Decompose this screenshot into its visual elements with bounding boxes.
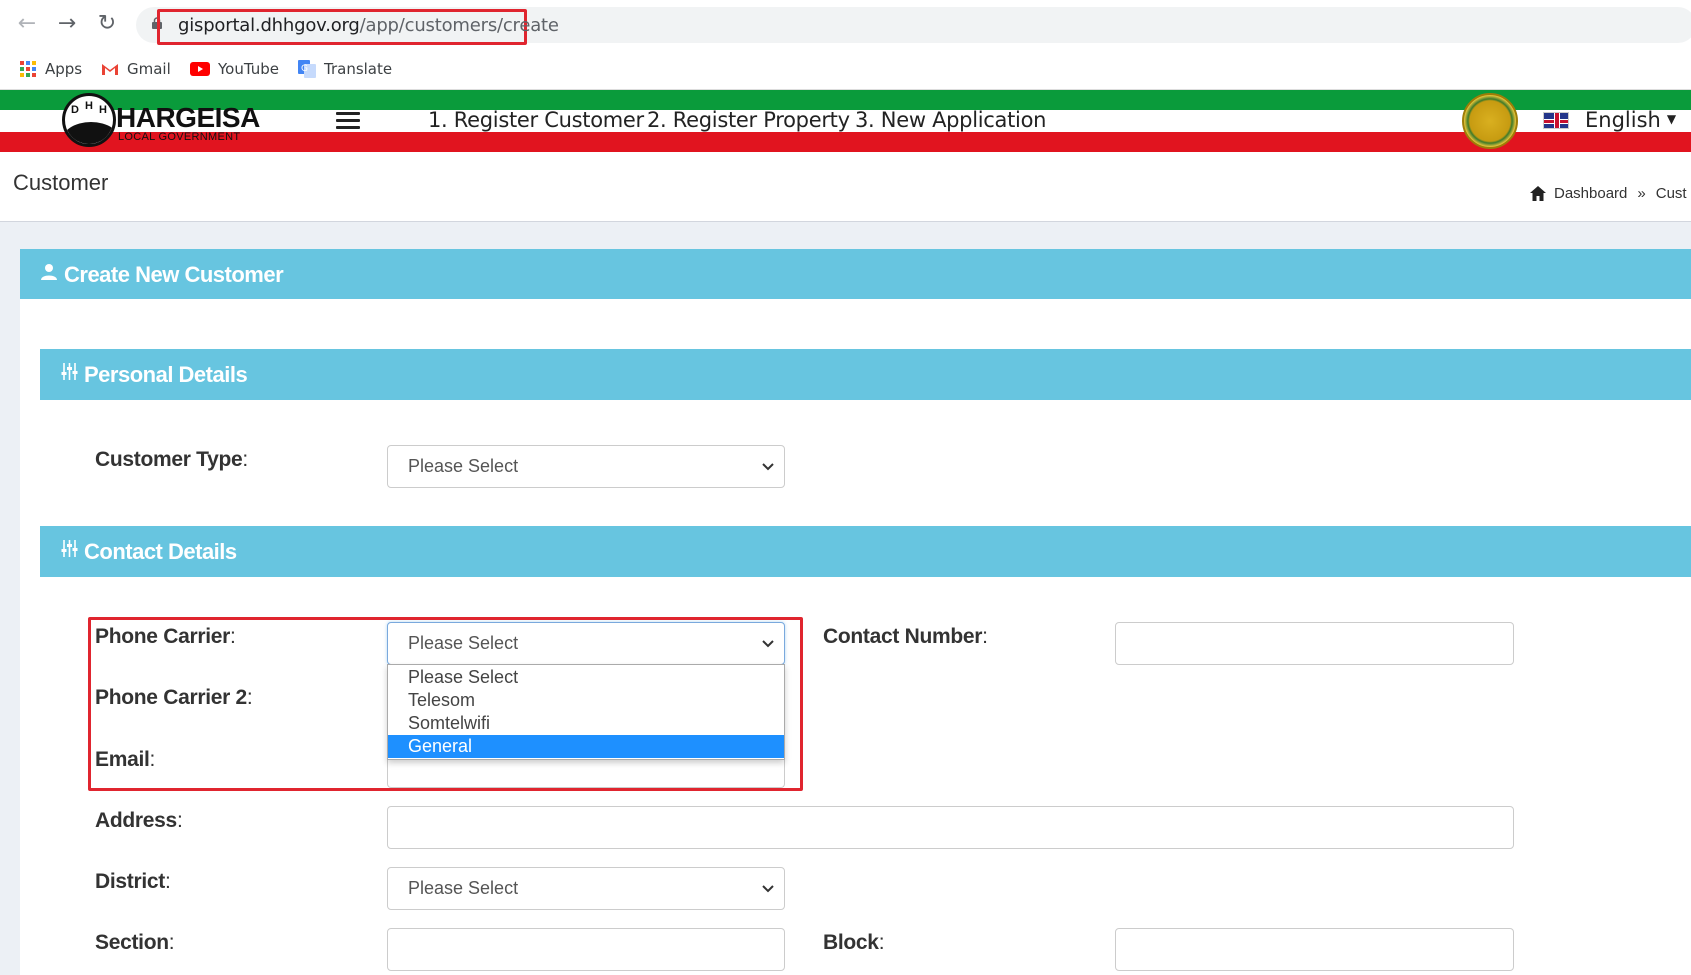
- contact-details-header: [40, 526, 1691, 577]
- logo-subtitle: LOCAL GOVERNMENT: [118, 131, 241, 143]
- section-input[interactable]: [387, 928, 785, 971]
- site-header: D H H HARGEISA LOCAL GOVERNMENT 1. Regis…: [0, 90, 1691, 152]
- breadcrumb-current: Cust: [1655, 185, 1687, 202]
- page-title: Customer: [13, 170, 109, 195]
- breadcrumb-separator: »: [1637, 185, 1646, 202]
- uk-flag-icon: [1543, 112, 1569, 129]
- block-input[interactable]: [1115, 928, 1514, 971]
- language-dropdown[interactable]: English ▼: [1585, 108, 1676, 132]
- bookmark-translate[interactable]: G Translate: [298, 56, 392, 82]
- personal-details-header: [40, 349, 1691, 400]
- menu-toggle-icon[interactable]: [336, 112, 360, 130]
- bookmark-label: YouTube: [218, 60, 279, 78]
- reload-icon[interactable]: ↻: [93, 10, 121, 38]
- caret-down-icon: ▼: [1666, 112, 1677, 126]
- forward-arrow-icon[interactable]: →: [53, 10, 81, 38]
- nav-register-property[interactable]: 2. Register Property: [647, 108, 850, 132]
- svg-text:G: G: [301, 64, 308, 74]
- annotation-highlight-box: [88, 617, 803, 791]
- hargeisa-logo-icon[interactable]: D H H: [62, 93, 116, 147]
- content-header: Customer Dashboard » Cust: [0, 152, 1691, 222]
- bookmark-label: Gmail: [127, 60, 171, 78]
- box-title: Create New Customer: [64, 262, 284, 287]
- bookmark-gmail[interactable]: Gmail: [101, 56, 171, 82]
- address-input[interactable]: [387, 806, 1514, 849]
- url-text[interactable]: gisportal.dhhgov.org/app/customers/creat…: [178, 15, 559, 36]
- customer-type-select[interactable]: Please Select: [387, 445, 785, 488]
- bookmark-apps[interactable]: Apps: [19, 56, 82, 82]
- youtube-icon: [190, 62, 210, 76]
- translate-icon: G: [298, 60, 316, 78]
- browser-toolbar: ← → ↻ gisportal.dhhgov.org/app/customers…: [0, 0, 1691, 50]
- flag-stripe-red: [0, 132, 1691, 152]
- contact-number-label: Contact Number:: [823, 625, 988, 648]
- bookmark-label: Translate: [324, 60, 393, 78]
- district-value: Please Select: [408, 878, 519, 898]
- contact-details-title: Contact Details: [84, 539, 237, 564]
- sliders-icon: [61, 363, 78, 380]
- contact-number-input[interactable]: [1115, 622, 1514, 665]
- government-emblem-icon: [1462, 93, 1518, 149]
- gmail-icon: [102, 64, 118, 75]
- chevron-down-icon: [762, 463, 774, 471]
- district-label: District:: [95, 870, 171, 893]
- customer-type-label: Customer Type:: [95, 448, 248, 471]
- back-arrow-icon[interactable]: ←: [13, 10, 41, 38]
- personal-details-title: Personal Details: [84, 362, 248, 387]
- block-label: Block:: [823, 931, 885, 954]
- logo-name[interactable]: HARGEISA: [116, 102, 260, 134]
- home-icon: [1530, 186, 1546, 201]
- district-select[interactable]: Please Select: [387, 867, 785, 910]
- sliders-icon: [61, 540, 78, 557]
- apps-grid-icon: [20, 61, 36, 77]
- bookmark-label: Apps: [45, 60, 83, 78]
- user-icon: [41, 264, 57, 280]
- breadcrumb-dashboard[interactable]: Dashboard: [1554, 185, 1627, 202]
- section-label: Section:: [95, 931, 175, 954]
- chevron-down-icon: [762, 885, 774, 893]
- breadcrumb: Dashboard » Cust: [1530, 185, 1687, 202]
- address-label: Address:: [95, 809, 183, 832]
- nav-new-application[interactable]: 3. New Application: [855, 108, 1046, 132]
- nav-register-customer[interactable]: 1. Register Customer: [428, 108, 644, 132]
- customer-type-value: Please Select: [408, 456, 519, 476]
- bookmark-youtube[interactable]: YouTube: [190, 56, 279, 82]
- bookmarks-bar: Apps Gmail YouTube G Translate: [0, 50, 1691, 90]
